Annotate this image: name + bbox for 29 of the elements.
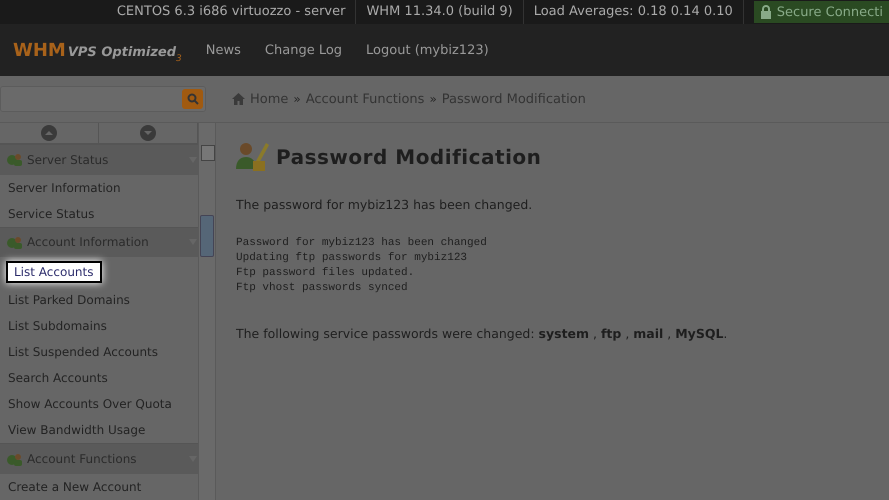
nav-link[interactable]: News: [206, 42, 241, 58]
search-icon: [186, 93, 198, 105]
search-field[interactable]: [0, 86, 206, 112]
search-button[interactable]: [182, 89, 203, 109]
users-icon: [6, 452, 23, 467]
sidebar-link[interactable]: Search Accounts: [8, 369, 108, 388]
sidebar-link[interactable]: List Accounts: [6, 261, 102, 284]
users-icon: [6, 152, 23, 168]
page-title: Password Modification: [236, 141, 869, 173]
nav-link[interactable]: Logout (mybiz123): [366, 42, 489, 58]
user-lock-icon: [236, 141, 270, 173]
users-icon: [6, 234, 23, 250]
sidebar-link[interactable]: List Parked Domains: [8, 291, 130, 310]
sidebar-link[interactable]: Server Information: [8, 178, 121, 197]
log-output: Password for mybiz123 has been changed Updating ftp passwords for mybiz123 Ftp password files updated. Ftp vhost passwords synced: [236, 236, 488, 296]
nav-link[interactable]: Change Log: [264, 42, 342, 58]
sidebar-link[interactable]: List Subdomains: [8, 317, 107, 336]
breadcrumb-separator: »: [293, 92, 301, 106]
scrollbar[interactable]: [199, 123, 216, 500]
home-icon: [232, 93, 245, 105]
sidebar-link[interactable]: Service Status: [8, 204, 94, 223]
sidebar-link[interactable]: Show Accounts Over Quota: [8, 395, 172, 414]
sidebar-link[interactable]: List Suspended Accounts: [8, 343, 158, 362]
sidebar-link[interactable]: View Bandwidth Usage: [8, 421, 146, 440]
secure-connection-badge: Secure Connecti: [754, 1, 889, 23]
breadcrumb-separator: »: [429, 92, 437, 106]
summary-message: The following service passwords were changed: system , ftp , mail , MySQL.: [236, 326, 728, 341]
status-message: The password for mybiz123 has been changed.: [236, 197, 534, 212]
sidebar-link[interactable]: Create a New Account: [8, 478, 142, 496]
